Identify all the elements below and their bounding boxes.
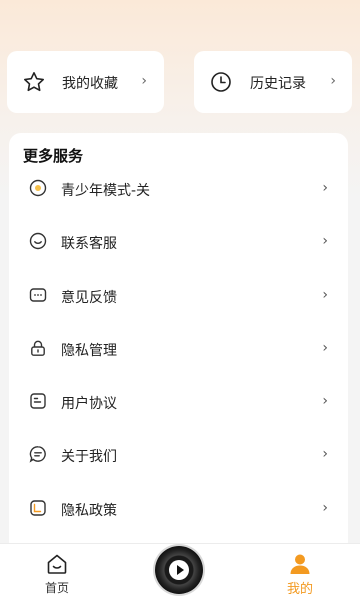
chevron-right-icon: ›: [141, 73, 147, 89]
chevron-right-icon: ›: [322, 500, 328, 516]
chevron-right-icon: ›: [322, 233, 328, 249]
chevron-right-icon: ›: [330, 73, 336, 89]
services-card: 更多服务 青少年模式-关 › 联系客服 › 意见反馈 › 隐私管理 › 用户协议…: [9, 133, 348, 553]
chevron-right-icon: ›: [322, 180, 328, 196]
feedback-icon: [29, 288, 47, 302]
document-icon: [30, 393, 46, 409]
play-icon: [177, 565, 184, 575]
tab-home[interactable]: 首页: [27, 544, 87, 600]
tab-home-label: 首页: [44, 581, 69, 595]
service-item-privacy-management[interactable]: 隐私管理 ›: [9, 323, 348, 376]
service-item-label: 用户协议: [61, 396, 117, 412]
chevron-right-icon: ›: [322, 446, 328, 462]
play-button[interactable]: [155, 546, 203, 594]
service-item-label: 联系客服: [61, 236, 117, 252]
teen-mode-icon: [29, 179, 47, 197]
star-icon: [24, 72, 44, 92]
lock-icon: [31, 340, 45, 356]
service-item-privacy-policy[interactable]: 隐私政策 ›: [9, 483, 348, 536]
chevron-right-icon: ›: [322, 393, 328, 409]
service-item-label: 隐私管理: [61, 343, 117, 359]
service-item-label: 隐私政策: [61, 503, 117, 519]
favorites-label: 我的收藏: [62, 76, 118, 92]
history-label: 历史记录: [250, 76, 306, 92]
service-item-customer-service[interactable]: 联系客服 ›: [9, 216, 348, 269]
chevron-right-icon: ›: [322, 287, 328, 303]
tab-mine-label: 我的: [286, 582, 313, 597]
history-card[interactable]: 历史记录 ›: [194, 51, 352, 113]
smile-icon: [29, 232, 47, 250]
service-item-label: 意见反馈: [61, 290, 117, 306]
chat-icon: [29, 446, 46, 463]
service-item-label: 青少年模式-关: [61, 183, 151, 199]
home-icon: [47, 554, 67, 574]
service-item-feedback[interactable]: 意见反馈 ›: [9, 270, 348, 323]
user-icon: [290, 554, 310, 574]
service-item-teen-mode[interactable]: 青少年模式-关 ›: [9, 163, 348, 216]
chevron-right-icon: ›: [322, 340, 328, 356]
service-item-user-agreement[interactable]: 用户协议 ›: [9, 376, 348, 429]
policy-icon: [30, 500, 46, 516]
service-item-label: 关于我们: [61, 449, 117, 465]
favorites-card[interactable]: 我的收藏 ›: [7, 51, 164, 113]
clock-icon: [211, 72, 231, 92]
service-item-about-us[interactable]: 关于我们 ›: [9, 429, 348, 482]
tab-mine[interactable]: 我的: [270, 544, 330, 600]
